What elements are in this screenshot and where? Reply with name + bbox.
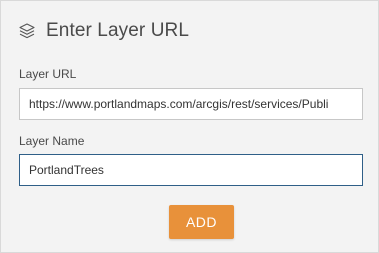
add-button[interactable]: ADD xyxy=(169,205,234,239)
layers-icon xyxy=(18,22,36,40)
layer-url-input[interactable] xyxy=(19,88,363,120)
layer-name-label: Layer Name xyxy=(19,134,85,148)
layer-name-input[interactable] xyxy=(19,154,363,186)
layer-url-label: Layer URL xyxy=(19,67,77,81)
panel-title: Enter Layer URL xyxy=(46,20,190,41)
add-layer-panel: Enter Layer URL Layer URL Layer Name ADD xyxy=(0,0,379,253)
panel-header: Enter Layer URL xyxy=(18,17,189,45)
